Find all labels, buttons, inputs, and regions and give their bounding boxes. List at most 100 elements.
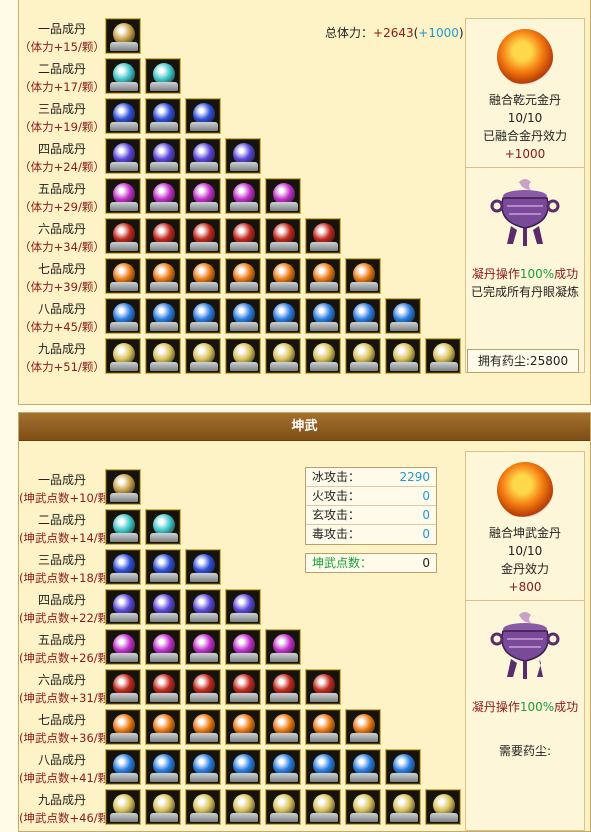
pill-slot-icon[interactable] (225, 298, 261, 334)
pill-slot-icon[interactable] (305, 749, 341, 785)
pill-slot-icon[interactable] (185, 178, 221, 214)
pill-slot-icon[interactable] (185, 549, 221, 585)
pill-slot-icon[interactable] (105, 18, 141, 54)
pill-slot-icon[interactable] (145, 218, 181, 254)
pill-slot-icon[interactable] (145, 138, 181, 174)
pill-slot-icon[interactable] (225, 789, 261, 825)
pill-slot-icon[interactable] (185, 338, 221, 374)
pill-slot-icon[interactable] (345, 298, 381, 334)
pill-slot-icon[interactable] (105, 338, 141, 374)
pill-slot-icon[interactable] (105, 178, 141, 214)
grade-name: 二品成丹 (37, 62, 86, 76)
pill-slot-icon[interactable] (225, 138, 261, 174)
pill-slot-icon[interactable] (225, 589, 261, 625)
pill-slot-icon[interactable] (185, 218, 221, 254)
pill-slot-icon[interactable] (225, 669, 261, 705)
pill-slot-icon[interactable] (225, 338, 261, 374)
pill-slot-icon[interactable] (425, 789, 461, 825)
pill-slot-icon[interactable] (265, 218, 301, 254)
pill-slot-icon[interactable] (305, 218, 341, 254)
pill-slot-icon[interactable] (265, 338, 301, 374)
pill-slot-icon[interactable] (305, 258, 341, 294)
pill-slot-icon[interactable] (345, 789, 381, 825)
pill-slot-icon[interactable] (105, 218, 141, 254)
pill-slot-icon[interactable] (105, 709, 141, 745)
pill-slot-icon[interactable] (105, 58, 141, 94)
pill-slot-icon[interactable] (145, 669, 181, 705)
pill-slot-icon[interactable] (225, 258, 261, 294)
pill-slot-icon[interactable] (265, 178, 301, 214)
grade-label: 五品成丹 （体力+29/颗） (19, 180, 105, 216)
gold-pill-icon[interactable] (497, 462, 553, 518)
pill-slot-icon[interactable] (265, 669, 301, 705)
stat-label: 冰攻击： (312, 470, 361, 484)
pill-slot-icon[interactable] (185, 629, 221, 665)
pill-slot-icon[interactable] (145, 178, 181, 214)
pill-slot-icon[interactable] (425, 338, 461, 374)
pill-slot-icon[interactable] (185, 258, 221, 294)
pill-slot-icon[interactable] (145, 589, 181, 625)
pill-slot-icon[interactable] (145, 509, 181, 545)
grade-label: 九品成丹 （体力+51/颗） (19, 340, 105, 376)
pill-slot-icon[interactable] (105, 298, 141, 334)
pill-slot-icon[interactable] (185, 589, 221, 625)
pill-slot-icon[interactable] (185, 709, 221, 745)
pill-slot-icon[interactable] (105, 138, 141, 174)
pill-slot-icon[interactable] (105, 258, 141, 294)
pill-slot-icon[interactable] (105, 749, 141, 785)
pill-slot-icon[interactable] (305, 298, 341, 334)
cauldron-icon[interactable] (489, 609, 561, 689)
pill-slot-icon[interactable] (105, 509, 141, 545)
pill-slot-icon[interactable] (145, 298, 181, 334)
pill-slot-icon[interactable] (305, 709, 341, 745)
pill-slot-icon[interactable] (345, 709, 381, 745)
pill-slot-icon[interactable] (265, 629, 301, 665)
pill-slot-icon[interactable] (265, 298, 301, 334)
pill-slot-icon[interactable] (225, 749, 261, 785)
pill-slot-icon[interactable] (145, 789, 181, 825)
pill-slot-icon[interactable] (265, 258, 301, 294)
pill-slot-icon[interactable] (345, 338, 381, 374)
pill-slot-icon[interactable] (185, 749, 221, 785)
pill-slot-icon[interactable] (385, 789, 421, 825)
pill-slot-icon[interactable] (385, 749, 421, 785)
pill-slot-icon[interactable] (145, 338, 181, 374)
grade-bonus: (坤武点数+10/颗) (19, 491, 114, 505)
pill-slot-icon[interactable] (105, 589, 141, 625)
pill-row: 九品成丹 (坤武点数+46/颗) (19, 789, 464, 829)
pill-slot-icon[interactable] (105, 629, 141, 665)
pill-slot-icon[interactable] (305, 669, 341, 705)
pill-slot-icon[interactable] (345, 258, 381, 294)
pill-slot-icon[interactable] (225, 629, 261, 665)
pill-slot-icon[interactable] (265, 709, 301, 745)
pill-slot-icon[interactable] (145, 629, 181, 665)
pill-slot-icon[interactable] (385, 338, 421, 374)
pill-slot-icon[interactable] (145, 549, 181, 585)
pill-slot-icon[interactable] (105, 549, 141, 585)
pill-slot-icon[interactable] (145, 749, 181, 785)
pill-slot-icon[interactable] (305, 789, 341, 825)
pill-slot-icon[interactable] (145, 98, 181, 134)
pill-slot-icon[interactable] (305, 338, 341, 374)
pill-slot-icon[interactable] (225, 709, 261, 745)
pill-slot-icon[interactable] (145, 709, 181, 745)
gold-pill-icon[interactable] (497, 29, 553, 85)
pill-slot-icon[interactable] (185, 669, 221, 705)
pill-slot-icon[interactable] (105, 98, 141, 134)
cauldron-icon[interactable] (489, 176, 561, 256)
pill-slot-icon[interactable] (265, 789, 301, 825)
pill-slot-icon[interactable] (145, 58, 181, 94)
pill-slot-icon[interactable] (185, 298, 221, 334)
pill-slot-icon[interactable] (105, 789, 141, 825)
pill-slot-icon[interactable] (185, 98, 221, 134)
pill-slot-icon[interactable] (145, 258, 181, 294)
pill-slot-icon[interactable] (385, 298, 421, 334)
pill-slot-icon[interactable] (105, 669, 141, 705)
pill-slot-icon[interactable] (225, 178, 261, 214)
pill-slot-icon[interactable] (185, 789, 221, 825)
pill-slot-icon[interactable] (265, 749, 301, 785)
pill-slot-icon[interactable] (225, 218, 261, 254)
pill-slot-icon[interactable] (105, 469, 141, 505)
pill-slot-icon[interactable] (345, 749, 381, 785)
pill-slot-icon[interactable] (185, 138, 221, 174)
